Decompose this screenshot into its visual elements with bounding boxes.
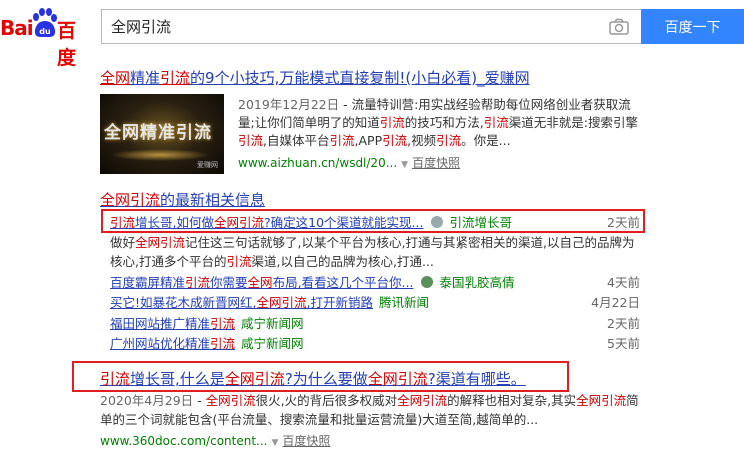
search-header: Bai du 百度 百度一下 (0, 0, 744, 69)
result-3-date: 2020年4月29日 (100, 393, 194, 408)
title-highlight: 全网引流 (100, 191, 161, 209)
news-item-link[interactable]: 百度霸屏精准引流你需要全网布局,看看这几个平台你... (110, 275, 413, 290)
thumb-watermark: 爱赚网 (197, 161, 218, 169)
thumb-text: 全网精准引流 (104, 123, 212, 143)
news-item: 买它!如暴花木成新晋网红,全网引流,打开新销路 腾讯新闻 4月22日 (110, 292, 640, 310)
logo-baidu-cn: 百度 (57, 20, 77, 69)
result-3-snapshot[interactable]: 百度快照 (282, 434, 330, 448)
title-highlight: 全网 (100, 69, 131, 87)
result-2-title[interactable]: 全网引流的最新相关信息 (100, 189, 265, 210)
dropdown-arrow-icon[interactable]: ▼ (401, 160, 408, 170)
result-1-snapshot[interactable]: 百度快照 (412, 156, 460, 170)
news-item-time: 4天前 (607, 275, 640, 290)
result-1-url-line: www.aizhuan.cn/wsdl/20... ▼ 百度快照 (238, 154, 460, 171)
avatar (421, 276, 434, 288)
result-3-desc: 2020年4月29日 - 全网引流很火,火的背后很多权威对全网引流的解释也相对复… (100, 391, 640, 429)
result-1-url[interactable]: www.aizhuan.cn/wsdl/20... (238, 156, 397, 170)
search-button[interactable]: 百度一下 (641, 9, 744, 44)
search-box (101, 9, 641, 44)
paw-logo-icon: du (33, 8, 57, 37)
dropdown-arrow-icon[interactable]: ▼ (272, 438, 279, 448)
news-item-time: 4月22日 (591, 295, 640, 310)
result-3-url[interactable]: www.360doc.com/content... (100, 434, 268, 448)
thumb-glow (110, 149, 210, 161)
news-item-source[interactable]: 泰国乳胶高倩 (439, 275, 514, 290)
news-item: 福田网站推广精准引流 咸宁新闻网 2天前 (110, 313, 640, 331)
news-item-desc: 做好全网引流记住这三句话就够了,以某个平台为核心,打通与其紧密相关的渠道,以自己… (110, 235, 635, 269)
result-3-url-line: www.360doc.com/content... ▼ 百度快照 (100, 432, 330, 449)
news-item-link[interactable]: 买它!如暴花木成新晋网红,全网引流,打开新销路 (110, 295, 373, 310)
search-input[interactable] (102, 10, 602, 43)
news-item: 广州网站优化精准引流 咸宁新闻网 5天前 (110, 333, 640, 351)
highlight-box (101, 209, 645, 233)
news-item-source[interactable]: 腾讯新闻 (379, 295, 429, 310)
result-1-title[interactable]: 全网精准引流的9个小技巧,万能模式直接复制!(小白必看)_爱赚网 (100, 67, 530, 88)
result-1-thumbnail[interactable]: 全网精准引流 爱赚网 (100, 94, 224, 174)
title-text: 的9个小技巧,万能模式直接复制!(小白必看)_爱赚网 (190, 69, 530, 87)
news-item-source[interactable]: 咸宁新闻网 (241, 336, 304, 351)
result-1-desc: 2019年12月22日 - 流量特训营:用实战经验帮助每位网络创业者获取流量;让… (238, 96, 638, 150)
title-highlight: 引流 (160, 69, 191, 87)
logo-du-text: du (39, 27, 51, 36)
news-item-source[interactable]: 咸宁新闻网 (241, 316, 304, 331)
news-item-time: 5天前 (607, 336, 640, 351)
news-item-link[interactable]: 福田网站推广精准引流 (110, 316, 235, 331)
camera-icon[interactable] (609, 18, 629, 35)
news-item-time: 2天前 (607, 316, 640, 331)
title-text: 精准 (130, 69, 161, 87)
highlight-box (72, 361, 569, 392)
result-1-date: 2019年12月22日 (238, 97, 340, 112)
news-item-link[interactable]: 广州网站优化精准引流 (110, 336, 235, 351)
baidu-logo[interactable]: Bai du 百度 (0, 6, 90, 69)
title-text: 的最新相关信息 (160, 191, 266, 209)
news-item: 百度霸屏精准引流你需要全网布局,看看这几个平台你... 泰国乳胶高倩 4天前 (110, 272, 640, 290)
logo-bai-text: Bai (0, 16, 34, 40)
